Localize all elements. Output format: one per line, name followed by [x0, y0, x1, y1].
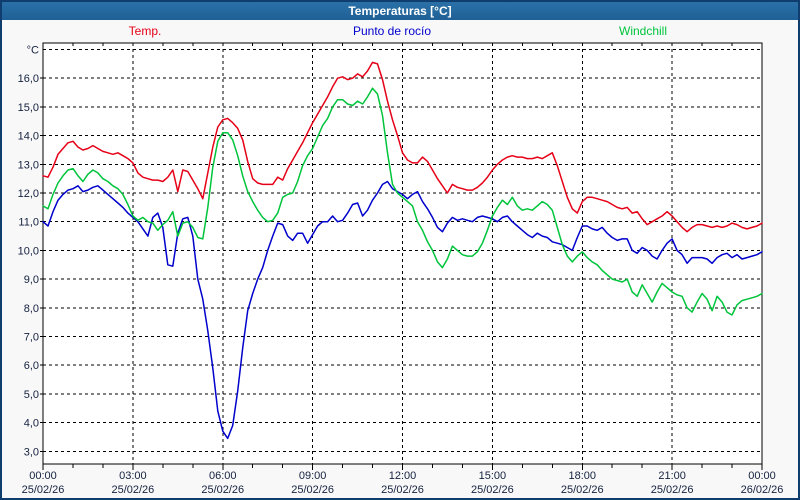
x-tick-time-label: 12:00: [389, 470, 417, 482]
x-tick-date-label: 25/02/26: [471, 484, 514, 496]
y-tick-label: 7,0: [24, 332, 39, 344]
x-tick-date-label: 25/02/26: [561, 484, 604, 496]
temperature-chart-plot: 16,0 15,0 14,0 13,0 12,0 11,0 10,0 9,0 8,0 7,0 6,0…: [2, 2, 800, 500]
x-tick-date-label: 26/02/26: [741, 484, 784, 496]
y-tick-label: 8,0: [24, 303, 39, 315]
x-tick-date-label: 25/02/26: [291, 484, 334, 496]
x-tick-time-label: 18:00: [568, 470, 596, 482]
x-tick-time-label: 09:00: [299, 470, 327, 482]
x-tick-time-label: 15:00: [479, 470, 507, 482]
x-tick-time-label: 21:00: [658, 470, 686, 482]
x-tick-date-label: 25/02/26: [201, 484, 244, 496]
y-tick-label: 6,0: [24, 360, 39, 372]
y-axis-unit-label: °C: [27, 45, 39, 57]
y-tick-label: 5,0: [24, 389, 39, 401]
y-tick-label: 14,0: [18, 131, 39, 143]
x-tick-date-label: 25/02/26: [381, 484, 424, 496]
y-tick-label: 11,0: [18, 217, 39, 229]
y-tick-label: 13,0: [18, 159, 39, 171]
chart-window: Temperaturas [°C] Temp. Punto de rocío W…: [0, 0, 800, 500]
y-tick-label: 15,0: [18, 102, 39, 114]
y-tick-label: 3,0: [24, 446, 39, 458]
x-tick-date-label: 25/02/26: [22, 484, 65, 496]
x-tick-time-label: 03:00: [119, 470, 147, 482]
x-tick-date-label: 25/02/26: [111, 484, 154, 496]
y-tick-label: 4,0: [24, 418, 39, 430]
y-tick-label: 16,0: [18, 73, 39, 85]
x-tick-time-label: 00:00: [29, 470, 57, 482]
x-tick-time-label: 06:00: [209, 470, 237, 482]
y-tick-label: 9,0: [24, 274, 39, 286]
y-tick-label: 10,0: [18, 245, 39, 257]
y-tick-label: 12,0: [18, 188, 39, 200]
x-tick-time-label: 00:00: [748, 470, 776, 482]
x-tick-date-label: 25/02/26: [651, 484, 694, 496]
